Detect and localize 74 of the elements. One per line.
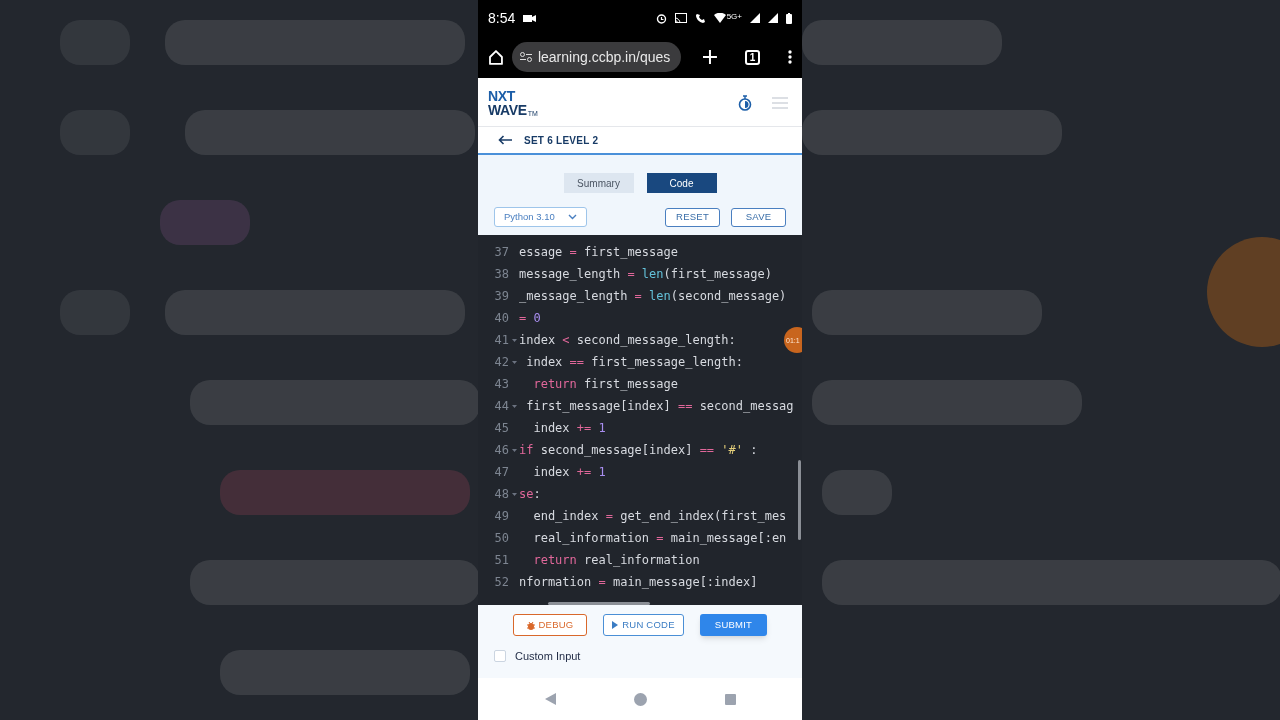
bug-icon [526,620,535,630]
line-number: 44 [493,398,509,415]
code-line: index < second_message_length: [519,332,736,349]
code-line: return first_message [532,376,678,393]
logo-text: NXT [488,89,517,103]
code-line: index += 1 [532,420,606,437]
back-triangle-icon[interactable] [544,693,556,705]
line-number: 46 [493,442,509,459]
line-number: 42 [493,354,509,371]
code-line: return real_information [532,552,700,569]
action-button[interactable]: SUBMIT [700,614,767,636]
tab[interactable]: Code [646,173,717,193]
code-line: end_index = get_end_index(first_mes [532,508,787,525]
phone-call-icon [694,12,706,24]
back-arrow-icon[interactable] [498,135,512,145]
code-line: if second_message[index] == '#' : [519,442,758,459]
toolbar-button[interactable]: SAVE [731,207,786,227]
checkbox[interactable] [494,650,506,663]
action-button[interactable]: RUN CODE [603,614,684,636]
code-line: real_information = main_message[:en [532,530,787,547]
code-line: se: [519,486,541,503]
line-number: 45 [493,420,509,437]
fold-arrow-icon[interactable] [511,448,517,452]
line-number: 39 [493,288,509,305]
alarm-clock-icon [655,12,667,24]
code-line: first_message[index] == second_messag [525,398,794,415]
checkbox-label: Custom Input [515,649,581,664]
code-line: message_length = len(first_message) [519,266,772,283]
home-icon[interactable] [488,49,504,65]
code-line: _message_length = len(second_message) [519,288,787,305]
chevron-down-icon [568,214,577,220]
play-icon [612,621,619,629]
site-settings-icon [519,52,532,62]
fold-arrow-icon[interactable] [511,338,517,342]
code-line: nformation = main_message[:index] [519,574,758,591]
fold-arrow-icon[interactable] [511,492,517,496]
line-number: 43 [493,376,509,393]
line-number: 50 [493,530,509,547]
home-circle-icon[interactable] [633,692,647,706]
fold-arrow-icon[interactable] [511,360,517,364]
code-line: = 0 [519,310,541,327]
wifi-icon [713,13,726,23]
fold-arrow-icon[interactable] [511,404,517,408]
line-number: 48 [493,486,509,503]
toolbar-button[interactable]: RESET [665,207,720,227]
tab-count-button[interactable]: 1 [745,49,761,65]
line-number: 52 [493,574,509,591]
battery-icon [786,12,792,24]
line-number: 38 [493,266,509,283]
line-number: 37 [493,244,509,261]
code-line: index == first_message_length: [525,354,743,371]
language-dropdown[interactable]: Python 3.10 [494,207,587,227]
action-button[interactable]: DEBUG [513,614,587,636]
line-number: 49 [493,508,509,525]
line-number: 41 [493,332,509,349]
scrollbar-thumb[interactable] [548,602,650,605]
level-title: SET 6 LEVEL 2 [524,133,599,148]
code-line: index += 1 [532,464,606,481]
stopwatch-icon[interactable] [738,95,752,111]
recents-square-icon[interactable] [724,693,736,705]
line-number: 40 [493,310,509,327]
line-number: 51 [493,552,509,569]
address-bar[interactable]: learning.ccbp.in/ques [511,42,682,72]
plus-icon[interactable] [703,50,718,64]
video-camera-icon [523,13,537,23]
code-line: essage = first_message [519,244,678,261]
status-time: 8:54 [488,8,516,28]
line-number: 47 [493,464,509,481]
cast-icon [674,13,687,23]
logo-text: WAVE [488,103,527,117]
tab[interactable]: Summary [563,173,634,193]
network-type: 5G+ [726,13,742,21]
more-options-icon[interactable] [788,50,792,64]
scrollbar-thumb[interactable] [798,460,801,540]
